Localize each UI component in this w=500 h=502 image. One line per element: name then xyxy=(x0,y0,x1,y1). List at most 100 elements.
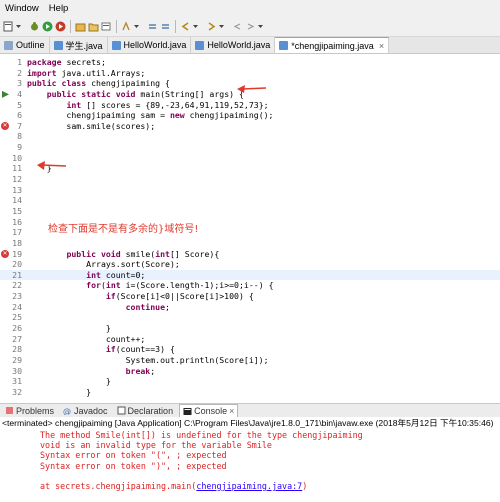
close-icon[interactable]: × xyxy=(229,406,234,416)
line-number: 8 xyxy=(17,131,22,142)
editor-tab-bar: Outline 学生.java HelloWorld.java HelloWor… xyxy=(0,37,500,54)
run-icon[interactable] xyxy=(42,21,53,32)
line-number: 9 xyxy=(17,142,22,153)
code-text: if(count==3) { xyxy=(105,344,175,355)
open-type-icon[interactable] xyxy=(75,21,86,32)
code-text: public void smile(int[] Score){ xyxy=(66,248,220,259)
line-number: 17 xyxy=(12,227,22,238)
code-line: 5 int [] scores = {89,-23,64,91,119,52,7… xyxy=(0,100,500,111)
code-text: import java.util.Arrays; xyxy=(27,67,146,78)
debug-icon[interactable] xyxy=(29,21,40,32)
back-icon[interactable] xyxy=(180,21,191,32)
line-number: 31 xyxy=(12,376,22,387)
code-text: } xyxy=(27,386,92,397)
tab-label: Declaration xyxy=(127,405,174,416)
tab-xuesheng-java[interactable]: 学生.java xyxy=(49,37,108,53)
java-file-icon xyxy=(195,40,205,50)
tab-helloworld-java-2[interactable]: HelloWorld.java xyxy=(191,37,276,53)
line-number: 26 xyxy=(12,323,22,334)
tab-declaration[interactable]: Declaration xyxy=(114,404,177,417)
dropdown-arrow-icon[interactable] xyxy=(258,21,269,32)
code-text: package secrets; xyxy=(27,57,106,67)
tab-console[interactable]: Console × xyxy=(179,404,239,417)
folder-icon[interactable] xyxy=(88,21,99,32)
trace-prefix: at secrets.chengjipaiming.main( xyxy=(40,480,197,491)
console-line: void is an invalid type for the variable… xyxy=(40,440,272,451)
code-line: 30 break; xyxy=(0,366,500,377)
go-back-icon[interactable] xyxy=(232,21,243,32)
external-tools-icon[interactable] xyxy=(55,21,66,32)
line-number: 27 xyxy=(12,333,22,344)
error-marker-icon[interactable]: ✕ xyxy=(1,121,9,130)
line-number: 10 xyxy=(12,152,22,163)
code-text: chengjipaiming sam = new chengjipaiming(… xyxy=(27,110,274,121)
line-number: 1 xyxy=(17,57,22,67)
code-text: } xyxy=(27,323,111,334)
code-text: public static void main(String[] args) { xyxy=(46,88,244,99)
tab-problems[interactable]: Problems xyxy=(2,404,57,417)
error-marker-icon[interactable]: ✕ xyxy=(1,249,9,258)
line-number: 18 xyxy=(12,237,22,248)
code-line: 15 xyxy=(0,206,500,217)
tab-outline[interactable]: Outline xyxy=(0,37,50,53)
outline-icon xyxy=(4,40,13,50)
prev-annotation-icon[interactable] xyxy=(160,21,171,32)
menu-help[interactable]: Help xyxy=(44,3,74,14)
line-number: 16 xyxy=(12,216,22,227)
code-editor[interactable]: 1 package secrets; 2 import java.util.Array… xyxy=(0,54,500,399)
line-number: 25 xyxy=(12,312,22,323)
line-number: 13 xyxy=(12,184,22,195)
code-text: } xyxy=(27,376,111,387)
line-number: 20 xyxy=(12,259,22,270)
code-text: int [] scores = {89,-23,64,91,119,52,73}… xyxy=(66,99,269,110)
new-icon[interactable] xyxy=(3,21,14,32)
toolbar xyxy=(0,17,500,37)
code-line: 14 xyxy=(0,195,500,206)
toolbar-separator xyxy=(70,20,71,33)
line-number: 24 xyxy=(12,301,22,312)
code-text: count++; xyxy=(27,333,146,344)
search-icon[interactable] xyxy=(101,21,112,32)
tab-label: Problems xyxy=(16,405,55,416)
code-line: 24 continue; xyxy=(0,302,500,313)
tab-label: HelloWorld.java xyxy=(123,40,187,50)
line-number: 11 xyxy=(12,163,22,174)
annotation-icon[interactable] xyxy=(121,21,132,32)
code-text: System.out.println(Score[i]); xyxy=(27,354,269,365)
forward-icon[interactable] xyxy=(206,21,217,32)
go-forward-icon[interactable] xyxy=(245,21,256,32)
code-line: 31 } xyxy=(0,376,500,387)
javadoc-icon: @ xyxy=(63,407,71,415)
code-line: 7 sam.smile(scores); ✕ xyxy=(0,121,500,132)
tab-chengjipaiming-java[interactable]: *chengjipaiming.java × xyxy=(275,37,390,53)
dropdown-arrow-icon[interactable] xyxy=(16,21,27,32)
trace-link[interactable]: chengjipaiming.java:7 xyxy=(196,481,302,491)
tab-label: Javadoc xyxy=(74,405,108,416)
code-line: 20 Arrays.sort(Score); xyxy=(0,259,500,270)
dropdown-arrow-icon[interactable] xyxy=(219,21,230,32)
arrow-icon xyxy=(37,161,67,170)
code-text: Arrays.sort(Score); xyxy=(27,259,180,270)
code-line: 23 if(Score[i]<0||Score[i]>100) { xyxy=(0,291,500,302)
next-annotation-icon[interactable] xyxy=(147,21,158,32)
menu-window[interactable]: Window xyxy=(0,3,44,14)
close-icon[interactable]: × xyxy=(379,41,384,51)
line-number: 23 xyxy=(12,291,22,302)
console-output[interactable]: The method Smile(int[]) is undefined for… xyxy=(0,430,500,502)
dropdown-arrow-icon[interactable] xyxy=(193,21,204,32)
menu-bar: Window Help xyxy=(0,0,500,17)
console-icon xyxy=(183,407,192,415)
code-text: break; xyxy=(125,365,156,376)
tab-javadoc[interactable]: @ Javadoc xyxy=(60,404,111,417)
dropdown-arrow-icon[interactable] xyxy=(134,21,145,32)
tab-helloworld-java[interactable]: HelloWorld.java xyxy=(107,37,192,53)
svg-text:@: @ xyxy=(63,407,71,415)
declaration-icon xyxy=(117,406,126,415)
code-line: 22 for(int i=(Score.length-1);i>=0;i--) … xyxy=(0,280,500,291)
code-line: 19 public void smile(int[] Score){✕ xyxy=(0,249,500,260)
code-line: 26 } xyxy=(0,323,500,334)
trace-suffix: ) xyxy=(302,480,308,491)
code-line: 28 if(count==3) { xyxy=(0,344,500,355)
tab-label: HelloWorld.java xyxy=(207,40,271,50)
bottom-panel-tabs: Problems @ Javadoc Declaration Console × xyxy=(0,403,500,417)
